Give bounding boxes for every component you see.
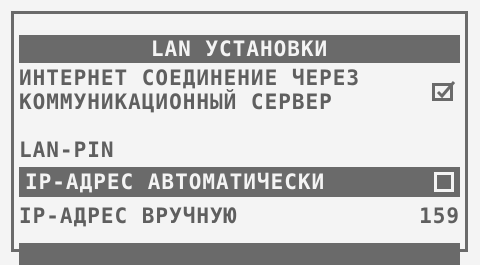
lan-pin-option[interactable]: LAN-PIN <box>19 138 460 162</box>
unchecked-checkbox-icon[interactable] <box>434 172 454 192</box>
bottom-bar <box>19 243 460 265</box>
ip-manual-value: 159 <box>419 204 460 228</box>
ip-auto-option[interactable]: IP-АДРЕС АВТОМАТИЧЕСКИ <box>19 167 460 197</box>
internet-option-label-line2: КОММУНИКАЦИОННЫЙ СЕРВЕР <box>19 90 333 114</box>
screen-title: LAN УСТАНОВКИ <box>150 37 329 61</box>
checked-checkbox-icon[interactable] <box>432 80 456 102</box>
ip-manual-label: IP-АДРЕС ВРУЧНУЮ <box>19 204 238 228</box>
screen-title-bar: LAN УСТАНОВКИ <box>19 35 460 63</box>
internet-via-server-option[interactable]: ИНТЕРНЕТ СОЕДИНЕНИЕ ЧЕРЕЗ КОММУНИКАЦИОНН… <box>19 66 460 114</box>
lcd-screen: LAN УСТАНОВКИ ИНТЕРНЕТ СОЕДИНЕНИЕ ЧЕРЕЗ … <box>11 11 468 265</box>
lan-pin-label: LAN-PIN <box>19 138 115 162</box>
internet-option-label-line1: ИНТЕРНЕТ СОЕДИНЕНИЕ ЧЕРЕЗ <box>19 66 361 90</box>
ip-auto-label: IP-АДРЕС АВТОМАТИЧЕСКИ <box>25 170 326 194</box>
ip-manual-option[interactable]: IP-АДРЕС ВРУЧНУЮ 159 <box>19 204 460 228</box>
